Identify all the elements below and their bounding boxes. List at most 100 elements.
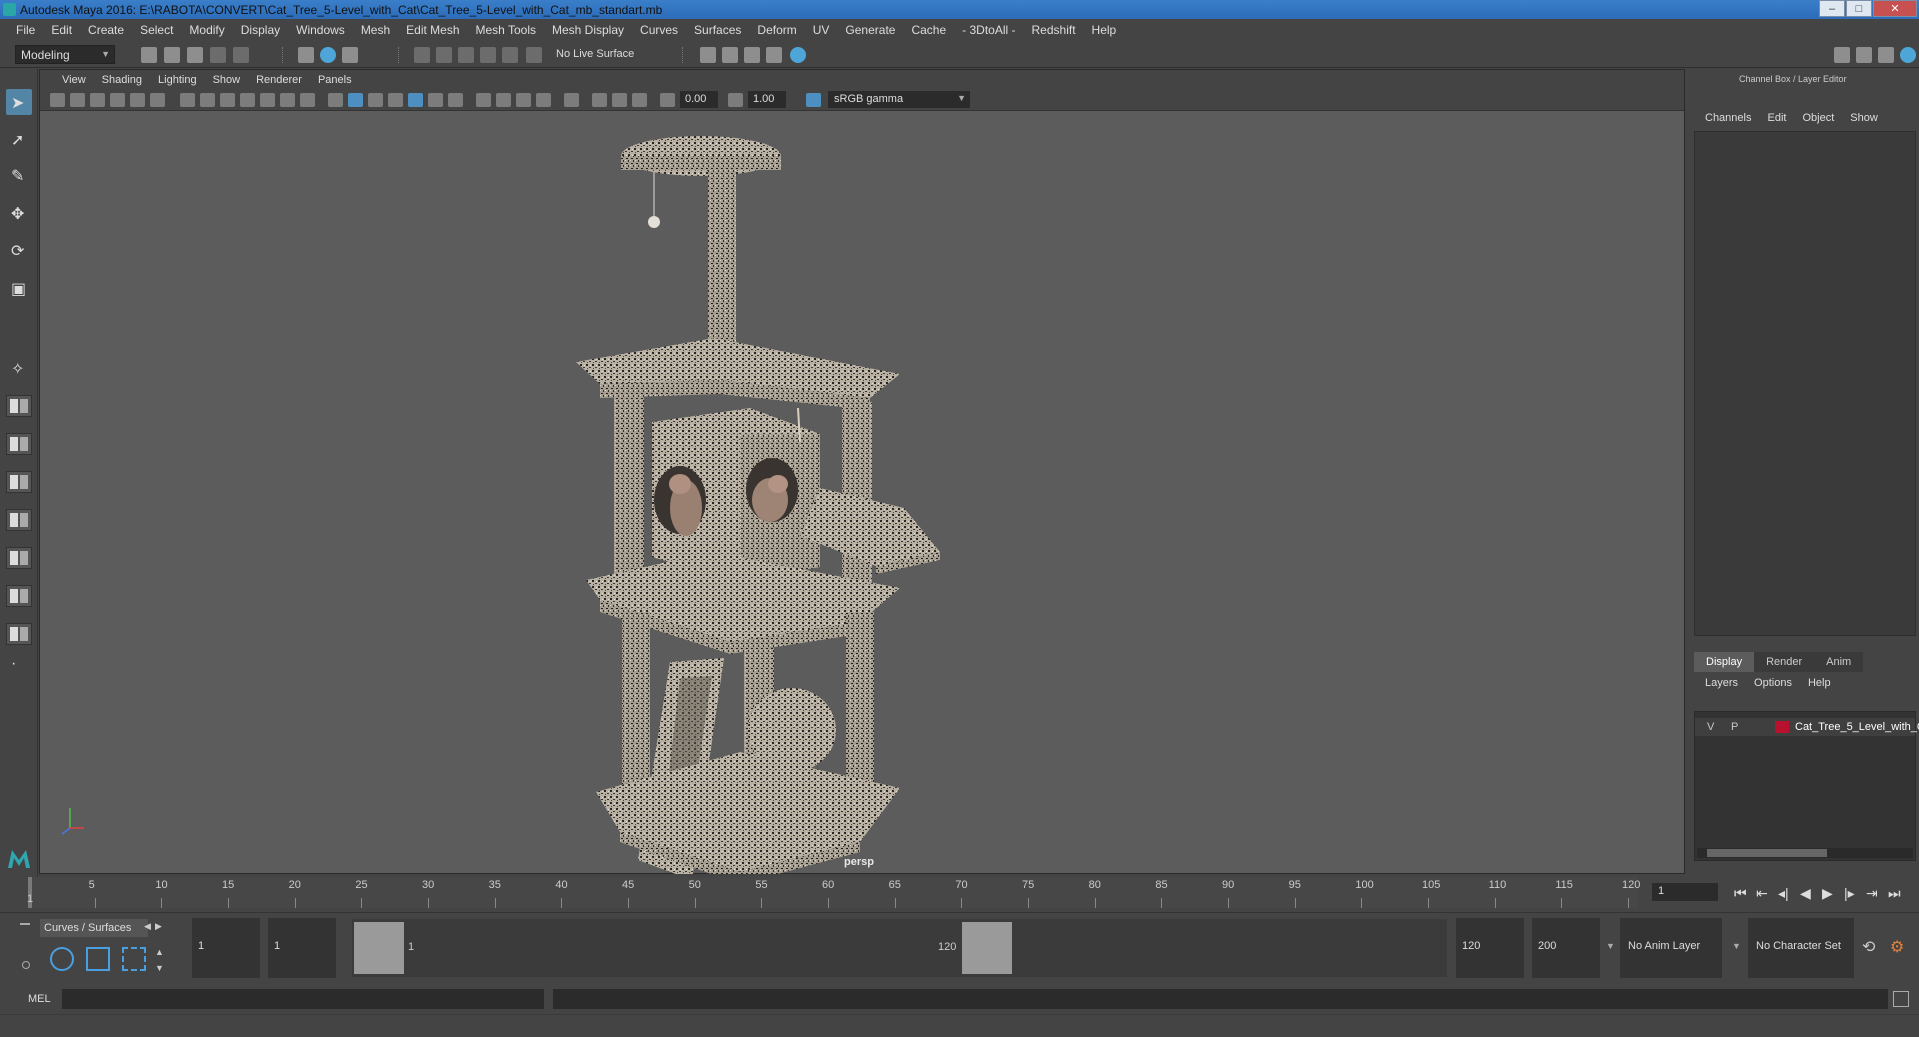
ipr-render-icon[interactable] — [744, 47, 760, 63]
screen-space-ambient-occlusion-icon[interactable] — [476, 93, 491, 107]
rotate-tool-button[interactable]: ⟳ — [6, 237, 32, 263]
snap-to-view-plane-icon[interactable] — [480, 47, 496, 63]
animation-end-field[interactable]: 200 — [1532, 918, 1600, 978]
menu-help[interactable]: Help — [1084, 23, 1125, 37]
film-gate-icon[interactable] — [200, 93, 215, 107]
layout-four-view-button[interactable] — [6, 395, 32, 417]
new-scene-icon[interactable] — [141, 47, 157, 63]
use-default-material-icon[interactable] — [368, 93, 383, 107]
layout-persp-graph-button[interactable] — [6, 509, 32, 531]
safe-action-icon[interactable] — [280, 93, 295, 107]
panel-menu-shading[interactable]: Shading — [94, 74, 150, 86]
wireframe-icon[interactable] — [328, 93, 343, 107]
layer-name[interactable]: Cat_Tree_5_Level_with_Ca — [1795, 721, 1919, 733]
menu-modify[interactable]: Modify — [181, 23, 232, 37]
snap-to-surface-icon[interactable] — [526, 47, 542, 63]
use-all-lights-icon[interactable] — [428, 93, 443, 107]
gate-mask-icon[interactable] — [240, 93, 255, 107]
toggle-modeling-toolkit-icon[interactable] — [1834, 47, 1850, 63]
play-forward-button[interactable]: ▶ — [1822, 885, 1833, 902]
tab-display[interactable]: Display — [1694, 652, 1755, 672]
menu-surfaces[interactable]: Surfaces — [686, 23, 749, 37]
anim-layer-select[interactable]: No Anim Layer — [1620, 918, 1722, 978]
step-back-frame-button[interactable]: ◂| — [1778, 885, 1789, 902]
toggle-tool-settings-icon[interactable] — [1878, 47, 1894, 63]
layer-visibility-toggle[interactable]: V — [1707, 721, 1714, 733]
tab-anim[interactable]: Anim — [1814, 652, 1864, 672]
menu-mesh-tools[interactable]: Mesh Tools — [468, 23, 544, 37]
shelf-tab-curves-surfaces[interactable]: Curves / Surfaces — [40, 919, 148, 937]
channel-box-menu-channels[interactable]: Channels — [1697, 112, 1759, 124]
playback-end-field[interactable]: 120 — [1456, 918, 1524, 978]
select-camera-icon[interactable] — [50, 93, 65, 107]
menu-deform[interactable]: Deform — [749, 23, 804, 37]
menu-display[interactable]: Display — [233, 23, 288, 37]
anim-layer-chevron-down-icon[interactable]: ▼ — [1606, 941, 1615, 951]
nurbs-square-icon[interactable] — [86, 947, 110, 971]
mel-input-field[interactable] — [62, 989, 544, 1009]
tab-render[interactable]: Render — [1754, 652, 1815, 672]
minimize-button[interactable]: – — [1819, 0, 1845, 17]
redo-icon[interactable] — [233, 47, 249, 63]
shelf-scroll-down-icon[interactable]: ▼ — [155, 963, 164, 973]
menu-cache[interactable]: Cache — [903, 23, 954, 37]
time-ruler[interactable]: 1 5 10 15 20 25 30 35 40 45 50 55 60 65 70 75 80 85 90 95 1… — [27, 877, 1640, 908]
exposure-icon[interactable] — [660, 93, 675, 107]
playback-start-field[interactable]: 1 — [268, 918, 336, 978]
field-chart-icon[interactable] — [260, 93, 275, 107]
menu-windows[interactable]: Windows — [288, 23, 353, 37]
menu-edit[interactable]: Edit — [43, 23, 80, 37]
motion-blur-icon[interactable] — [496, 93, 511, 107]
show-manipulator-button[interactable]: ✧ — [6, 355, 32, 381]
smooth-shade-icon[interactable] — [348, 93, 363, 107]
panel-menu-lighting[interactable]: Lighting — [150, 74, 205, 86]
range-start-handle[interactable] — [354, 922, 404, 974]
two-d-pan-zoom-icon[interactable] — [130, 93, 145, 107]
go-to-start-button[interactable]: ⏮ — [1734, 885, 1747, 902]
panel-menu-view[interactable]: View — [54, 74, 94, 86]
menu-mesh[interactable]: Mesh — [353, 23, 398, 37]
scale-tool-button[interactable]: ▣ — [6, 275, 32, 301]
animation-preferences-icon[interactable]: ⚙ — [1890, 937, 1904, 957]
channel-list-area[interactable] — [1694, 131, 1916, 636]
panel-menu-panels[interactable]: Panels — [310, 74, 360, 86]
safe-title-icon[interactable] — [300, 93, 315, 107]
layout-persp-outliner-button[interactable] — [6, 471, 32, 493]
animation-start-field[interactable]: 1 — [192, 918, 260, 978]
menu-select[interactable]: Select — [132, 23, 181, 37]
grease-pencil-icon[interactable] — [150, 93, 165, 107]
menu-file[interactable]: File — [8, 23, 43, 37]
paint-select-tool-button[interactable]: ✎ — [6, 162, 32, 188]
range-end-handle[interactable] — [962, 922, 1012, 974]
gamma-icon[interactable] — [728, 93, 743, 107]
color-management-icon[interactable] — [806, 93, 821, 107]
step-back-key-button[interactable]: ⇤ — [1756, 885, 1768, 902]
layout-hypershade-button[interactable] — [6, 547, 32, 569]
menu-redshift[interactable]: Redshift — [1024, 23, 1084, 37]
layout-collapse-button[interactable]: · — [6, 651, 32, 677]
snap-to-curve-icon[interactable] — [436, 47, 452, 63]
time-slider[interactable]: 1 5 10 15 20 25 30 35 40 45 50 55 60 65 70 75 80 85 90 95 1… — [0, 877, 1919, 912]
select-tool-button[interactable]: ➤ — [6, 89, 32, 115]
xray-active-components-icon[interactable] — [612, 93, 627, 107]
panel-menu-show[interactable]: Show — [205, 74, 249, 86]
menu-set-selector[interactable]: Modeling ▼ — [15, 45, 115, 64]
menu-generate[interactable]: Generate — [837, 23, 903, 37]
panel-menu-renderer[interactable]: Renderer — [248, 74, 310, 86]
wireframe-on-shaded-icon[interactable] — [388, 93, 403, 107]
layer-color-swatch[interactable] — [1775, 721, 1789, 733]
menu-curves[interactable]: Curves — [632, 23, 686, 37]
layer-row[interactable]: V P Cat_Tree_5_Level_with_Ca — [1695, 718, 1919, 736]
layer-playback-toggle[interactable]: P — [1731, 721, 1738, 733]
scrollbar-thumb[interactable] — [1707, 849, 1827, 857]
lasso-tool-button[interactable]: ➚ — [6, 126, 32, 152]
script-editor-icon[interactable] — [1893, 991, 1909, 1007]
make-live-icon[interactable] — [502, 47, 518, 63]
toggle-attribute-editor-icon[interactable] — [1856, 47, 1872, 63]
menu-mesh-display[interactable]: Mesh Display — [544, 23, 632, 37]
go-to-end-button[interactable]: ⏭ — [1888, 885, 1901, 902]
layer-list-scrollbar[interactable] — [1697, 848, 1913, 858]
textured-icon[interactable] — [408, 93, 423, 107]
move-tool-button[interactable]: ✥ — [6, 200, 32, 226]
undo-icon[interactable] — [210, 47, 226, 63]
